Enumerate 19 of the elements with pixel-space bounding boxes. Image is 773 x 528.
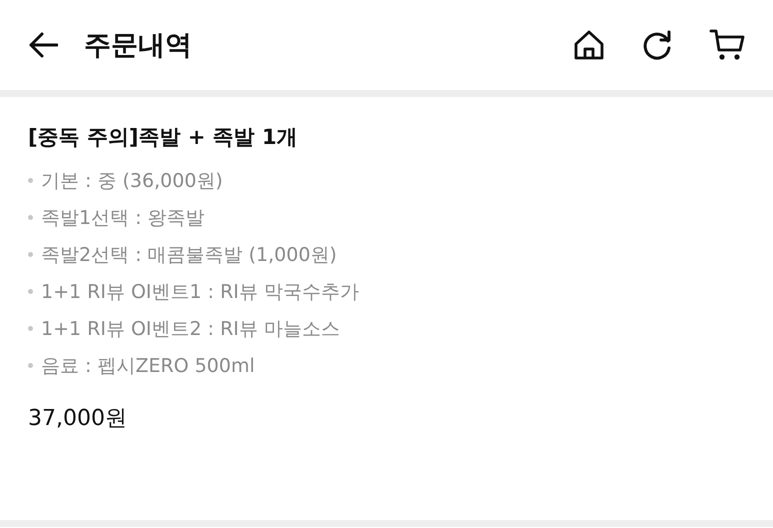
- option-text: 기본 : 중 (36,000원): [41, 168, 223, 194]
- option-text: 족발2선택 : 매콤불족발 (1,000원): [41, 242, 337, 268]
- page-title: 주문내역: [84, 29, 192, 63]
- refresh-icon[interactable]: [641, 29, 673, 61]
- home-icon[interactable]: [573, 29, 605, 61]
- bullet-dot: [28, 178, 33, 183]
- option-text: 음료 : 펩시ZERO 500ml: [41, 354, 255, 378]
- bullet-dot: [28, 326, 33, 331]
- order-price: 37,000원: [28, 405, 128, 433]
- bullet-dot: [28, 252, 33, 257]
- product-name: [중독 주의]족발 + 족발 1개: [28, 124, 299, 151]
- option-text: 족발1선택 : 왕족발: [41, 206, 205, 230]
- option-text: 1+1 RI뷰 OI벤트1 : RI뷰 막국수추가: [41, 280, 359, 304]
- bullet-dot: [28, 215, 33, 220]
- bullet-dot: [28, 289, 33, 294]
- option-text: 1+1 RI뷰 OI벤트2 : RI뷰 마늘소스: [41, 316, 340, 342]
- back-icon[interactable]: [28, 32, 58, 58]
- cart-icon[interactable]: [709, 28, 745, 62]
- bullet-dot: [28, 363, 33, 368]
